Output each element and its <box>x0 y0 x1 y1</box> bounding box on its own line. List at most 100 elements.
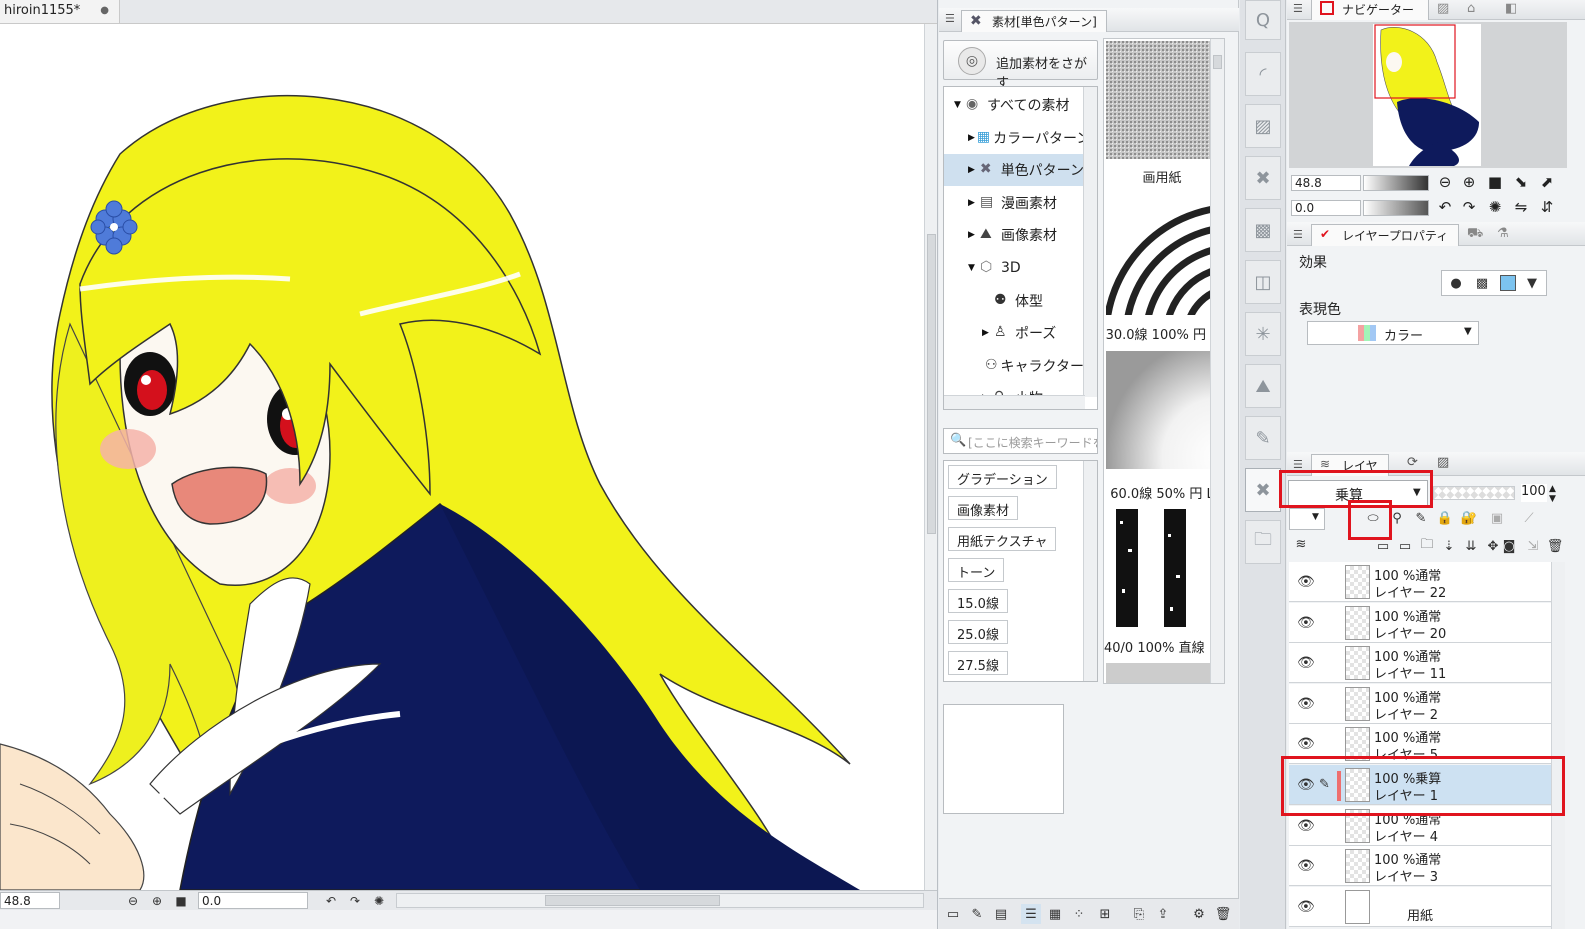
tree-item[interactable]: ▶ ▤ 漫画素材 <box>944 187 1084 219</box>
illustration-canvas[interactable] <box>0 24 924 890</box>
expand-arrow-icon[interactable]: ▼ <box>968 263 978 273</box>
layer-row[interactable]: 👁 100 %通常 レイヤー 11 <box>1289 643 1551 684</box>
thumbs-scroll-thumb[interactable] <box>1213 55 1222 69</box>
collapse-arrow-icon[interactable]: ▶ <box>968 133 975 143</box>
tab-layer-property[interactable]: ✔ レイヤープロパティ <box>1311 224 1459 246</box>
thumbnail-rings[interactable] <box>1104 197 1224 470</box>
grid-small-icon[interactable]: ⁘ <box>1069 904 1089 924</box>
layer-row[interactable]: 👁 100 %通常 レイヤー 2 <box>1289 683 1551 724</box>
layer-row[interactable]: 👁 100 %通常 レイヤー 4 <box>1289 805 1551 846</box>
angle-field[interactable]: 0.0 <box>198 892 308 909</box>
layer-palette-icon[interactable]: ≋ <box>1291 534 1311 554</box>
flip-vertical-icon[interactable]: ⇵ <box>1537 197 1557 217</box>
animation-icon[interactable]: ⟳ <box>1407 455 1418 470</box>
visibility-eye-icon[interactable]: 👁 <box>1297 736 1315 752</box>
collapse-arrow-icon[interactable]: ▶ <box>968 230 978 240</box>
thumbnail-lines[interactable] <box>1106 509 1219 627</box>
panel-menu-icon[interactable]: ☰ <box>1293 458 1303 471</box>
rotate-right-icon[interactable]: ↷ <box>1459 197 1479 217</box>
lock-transparency-icon[interactable]: 🔐 <box>1459 508 1479 528</box>
tree-item[interactable]: ▶ ♙ ポーズ <box>944 317 1084 349</box>
delete-layer-icon[interactable]: 🗑 <box>1545 536 1565 556</box>
canvas-horizontal-scrollbar[interactable] <box>396 893 924 908</box>
delete-icon[interactable]: 🗑 <box>1213 904 1233 924</box>
opacity-value[interactable]: 100 <box>1521 484 1547 502</box>
tree-item[interactable]: ⚉ 体型 <box>944 285 1084 317</box>
visibility-eye-icon[interactable]: 👁 <box>1297 899 1315 915</box>
collapse-arrow-icon[interactable]: ▶ <box>968 165 978 175</box>
thumbnail-gradient[interactable] <box>1106 351 1219 469</box>
hscroll-thumb[interactable] <box>545 895 720 906</box>
sub-view-icon[interactable]: ▨ <box>1437 1 1449 16</box>
tree-item[interactable]: ▼ ◉ すべての素材 <box>944 89 1084 121</box>
tags-vertical-scrollbar[interactable] <box>1083 461 1097 681</box>
navigator-angle-slider[interactable] <box>1363 200 1429 216</box>
opacity-slider[interactable] <box>1433 486 1515 500</box>
reset-rotation-icon[interactable]: ✺ <box>1485 197 1505 217</box>
material-tag[interactable]: 画像素材 <box>948 496 1019 520</box>
material-tag[interactable]: グラデーション <box>948 465 1057 489</box>
new-raster-layer-icon[interactable]: ▭ <box>1373 536 1393 556</box>
info-icon[interactable]: ⌂ <box>1467 1 1475 16</box>
panel-menu-icon[interactable]: ☰ <box>1293 2 1303 15</box>
properties-icon[interactable]: ▤ <box>991 904 1011 924</box>
collapse-arrow-icon[interactable]: ▶ <box>982 328 992 338</box>
tree-item[interactable]: ▶ ✖ 単色パターン <box>944 154 1084 187</box>
new-vector-layer-icon[interactable]: ▭ <box>1395 536 1415 556</box>
visibility-eye-icon[interactable]: 👁 <box>1297 615 1315 631</box>
tone-material-icon[interactable]: ▩ <box>1245 208 1281 252</box>
landscape-material-icon[interactable]: ⛰ <box>1245 364 1281 408</box>
layer-search-icon[interactable]: ▨ <box>1437 455 1449 470</box>
layer-row[interactable]: 👁 100 %通常 レイヤー 5 <box>1289 724 1551 765</box>
layer-row[interactable]: 👁 100 %通常 レイヤー 22 <box>1289 562 1551 602</box>
navigator-zoom-field[interactable]: 48.8 <box>1291 175 1361 191</box>
tree-item[interactable]: ⚇ キャラクター <box>944 350 1084 382</box>
ruler-enable-icon[interactable]: ⟋ <box>1519 508 1539 528</box>
fit-navigator-icon[interactable]: ⬊ <box>1511 172 1531 192</box>
tree-item[interactable]: ▼ ⬡ 3D <box>944 252 1084 284</box>
tool-property-icon[interactable]: ⚗ <box>1497 226 1509 241</box>
expand-arrow-icon[interactable]: ▼ <box>954 100 964 110</box>
blend-mode-select[interactable]: 乗算 ▼ <box>1288 480 1428 507</box>
navigator-angle-field[interactable]: 0.0 <box>1291 200 1361 216</box>
zoom-out-icon[interactable]: ⊖ <box>124 892 142 910</box>
layer-search-icon[interactable]: ⛟ <box>1467 226 1483 243</box>
tab-navigator[interactable]: ナビゲーター <box>1311 0 1429 20</box>
tree-item[interactable]: ▶ ⛰ 画像素材 <box>944 219 1084 251</box>
draft-layer-icon[interactable]: ✎ <box>1411 508 1431 528</box>
pattern-material-icon[interactable]: ✖ <box>1245 156 1281 200</box>
navigator-preview[interactable] <box>1289 22 1567 168</box>
dropdown-arrow-icon[interactable]: ▼ <box>1522 273 1542 293</box>
image-material-icon[interactable]: ▨ <box>1245 104 1281 148</box>
list-view-icon[interactable]: ☰ <box>1021 904 1041 924</box>
magnifier-icon[interactable]: Q <box>1245 0 1281 40</box>
expression-color-select[interactable]: カラー ▼ <box>1307 321 1479 345</box>
material-tag[interactable]: 27.5線 <box>948 651 1008 675</box>
layer-row[interactable]: 👁 100 %通常 レイヤー 3 <box>1289 846 1551 887</box>
edit-target-pen-icon[interactable]: ✎ <box>1319 777 1330 792</box>
thumbnails-vertical-scrollbar[interactable] <box>1210 39 1224 683</box>
tone-effect-icon[interactable]: ▩ <box>1472 273 1492 293</box>
settings-icon[interactable]: ⚙ <box>1189 904 1209 924</box>
panel-menu-icon[interactable]: ☰ <box>945 12 955 25</box>
frame-material-icon[interactable]: ◫ <box>1245 260 1281 304</box>
border-effect-icon[interactable]: ● <box>1446 273 1466 293</box>
folder-icon[interactable]: 🗀 <box>1245 520 1281 564</box>
new-folder-icon[interactable]: 🗀 <box>1417 536 1437 556</box>
create-mask-icon[interactable]: ◙ <box>1499 536 1519 556</box>
detail-view-icon[interactable]: ⊞ <box>1095 904 1115 924</box>
layer-row[interactable]: 👁 ✎ 100 %乗算 レイヤー 1 <box>1289 765 1551 805</box>
tab-layer[interactable]: ≋ レイヤー <box>1311 454 1389 490</box>
visibility-eye-icon[interactable]: 👁 <box>1297 858 1315 874</box>
layer-row[interactable]: 👁 用紙 <box>1289 886 1551 927</box>
scroll-thumb[interactable] <box>927 234 936 534</box>
reset-rotation-icon[interactable]: ✺ <box>370 892 388 910</box>
zoom-in-icon[interactable]: ⊕ <box>148 892 166 910</box>
tab-material-mono-pattern[interactable]: ✖ 素材[単色パターン] <box>961 10 1107 32</box>
collapse-arrow-icon[interactable]: ▶ <box>968 198 978 208</box>
visibility-eye-icon[interactable]: 👁 <box>1297 655 1315 671</box>
thumbnail-paper[interactable] <box>1106 41 1219 159</box>
find-more-materials-button[interactable]: ◎ 追加素材をさがす <box>943 40 1098 91</box>
layer-color-icon[interactable] <box>1500 275 1516 291</box>
grid-large-icon[interactable]: ▦ <box>1045 904 1065 924</box>
